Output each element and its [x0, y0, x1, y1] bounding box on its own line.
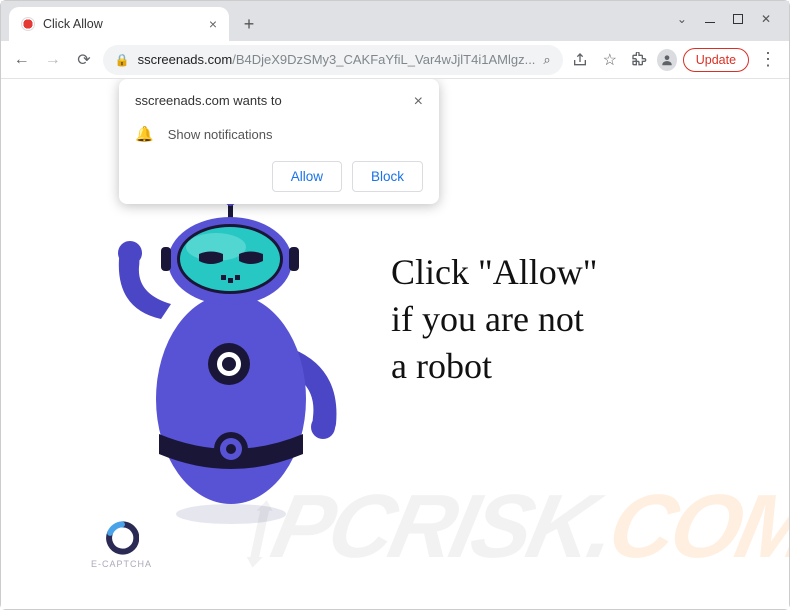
- menu-kebab-icon[interactable]: ⋮: [755, 49, 781, 70]
- share-icon[interactable]: [569, 47, 592, 73]
- search-icon[interactable]: ⌕: [543, 52, 550, 68]
- window-minimize-icon[interactable]: [705, 22, 715, 23]
- tab-favicon-icon: [21, 17, 35, 31]
- window-close-icon[interactable]: ✕: [761, 12, 771, 26]
- permission-notification-label: Show notifications: [168, 127, 273, 142]
- url-text: sscreenads.com/B4DjeX9DzSMy3_CAKFaYfiL_V…: [138, 52, 536, 67]
- new-tab-button[interactable]: +: [235, 10, 263, 38]
- instruction-line-3: a robot: [391, 343, 597, 390]
- page-content: sscreenads.com wants to × 🔔 Show notific…: [1, 79, 789, 609]
- extensions-icon[interactable]: [628, 47, 651, 73]
- window-maximize-icon[interactable]: [733, 14, 743, 24]
- block-button[interactable]: Block: [352, 161, 423, 192]
- back-button[interactable]: ←: [9, 46, 34, 74]
- captcha-label: E-CAPTCHA: [91, 559, 152, 569]
- instruction-line-1: Click "Allow": [391, 249, 597, 296]
- browser-tab[interactable]: Click Allow ×: [9, 7, 229, 41]
- browser-toolbar: ← → ⟳ 🔒 sscreenads.com/B4DjeX9DzSMy3_CAK…: [1, 41, 789, 79]
- tab-title: Click Allow: [43, 17, 201, 31]
- bookmark-star-icon[interactable]: ☆: [598, 47, 621, 73]
- permission-origin: sscreenads.com wants to: [135, 93, 282, 108]
- update-button[interactable]: Update: [683, 48, 749, 72]
- profile-avatar[interactable]: [657, 49, 677, 71]
- tab-close-icon[interactable]: ×: [209, 16, 217, 32]
- captcha-icon: [105, 521, 139, 555]
- forward-button[interactable]: →: [40, 46, 65, 74]
- reload-button[interactable]: ⟳: [71, 46, 96, 74]
- robot-illustration: [101, 199, 361, 534]
- permission-close-icon[interactable]: ×: [414, 93, 423, 111]
- address-bar[interactable]: 🔒 sscreenads.com/B4DjeX9DzSMy3_CAKFaYfiL…: [103, 45, 563, 75]
- instruction-line-2: if you are not: [391, 296, 597, 343]
- bell-icon: 🔔: [135, 125, 154, 143]
- allow-button[interactable]: Allow: [272, 161, 342, 192]
- page-instruction: Click "Allow" if you are not a robot: [391, 249, 597, 389]
- permission-popup: sscreenads.com wants to × 🔔 Show notific…: [119, 79, 439, 204]
- window-dropdown-icon[interactable]: ⌄: [677, 12, 687, 26]
- lock-icon: 🔒: [115, 53, 130, 67]
- captcha-badge: E-CAPTCHA: [91, 521, 152, 569]
